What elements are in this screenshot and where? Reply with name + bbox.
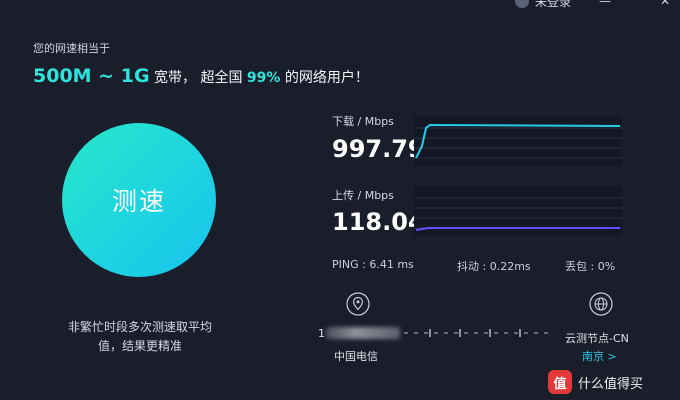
download-chart [414, 116, 622, 166]
hint-line-2: 值，结果更精准 [97, 339, 182, 353]
download-value: 997.79 [332, 135, 425, 163]
headline-text-b: 的网络用户！ [280, 70, 369, 86]
percentile: 99% [246, 70, 281, 86]
server-node-name: 云测节点-CN [565, 332, 629, 345]
isp-name: 中国电信 [334, 350, 378, 363]
start-test-button[interactable]: 测速 [62, 123, 216, 277]
upload-label: 上传 / Mbps [332, 189, 394, 202]
headline-text-a: 宽带， 超全国 [149, 70, 247, 86]
change-server-link[interactable]: 南京 > [582, 348, 617, 364]
upload-line [415, 227, 620, 231]
jitter-stat: 抖动 : 0.22ms [457, 260, 531, 273]
ip-prefix: 1 [318, 327, 325, 340]
watermark-logo: 值 [548, 370, 572, 394]
route-dashes [404, 329, 548, 337]
user-name: 未登录 [535, 0, 572, 9]
hint-line-1: 非繁忙时段多次测速取平均 [67, 320, 212, 334]
result-headline: 500M ~ 1G 宽带， 超全国 99% 的网络用户！ [33, 62, 423, 92]
test-hint: 非繁忙时段多次测速取平均 值，结果更精准 [40, 318, 240, 356]
packet-loss-stat: 丢包 : 0% [565, 260, 616, 273]
close-button[interactable]: ✕ [658, 0, 672, 8]
download-line [415, 123, 621, 159]
download-label: 下载 / Mbps [332, 115, 394, 128]
site-watermark: 值 什么值得买 [548, 370, 643, 394]
result-subtitle: 您的网速相当于 [33, 42, 110, 55]
globe-icon [589, 292, 613, 316]
bandwidth-tier: 500M ~ 1G [33, 65, 150, 87]
user-account[interactable]: 未登录 [515, 0, 571, 9]
ip-address-redacted [326, 327, 400, 339]
upload-value: 118.04 [332, 208, 425, 236]
upload-chart [414, 186, 622, 236]
avatar [515, 0, 529, 8]
map-pin-icon [346, 292, 370, 316]
ping-stat: PING : 6.41 ms [332, 258, 414, 271]
watermark-text: 什么值得买 [578, 376, 644, 392]
minimize-button[interactable]: — [598, 0, 612, 8]
